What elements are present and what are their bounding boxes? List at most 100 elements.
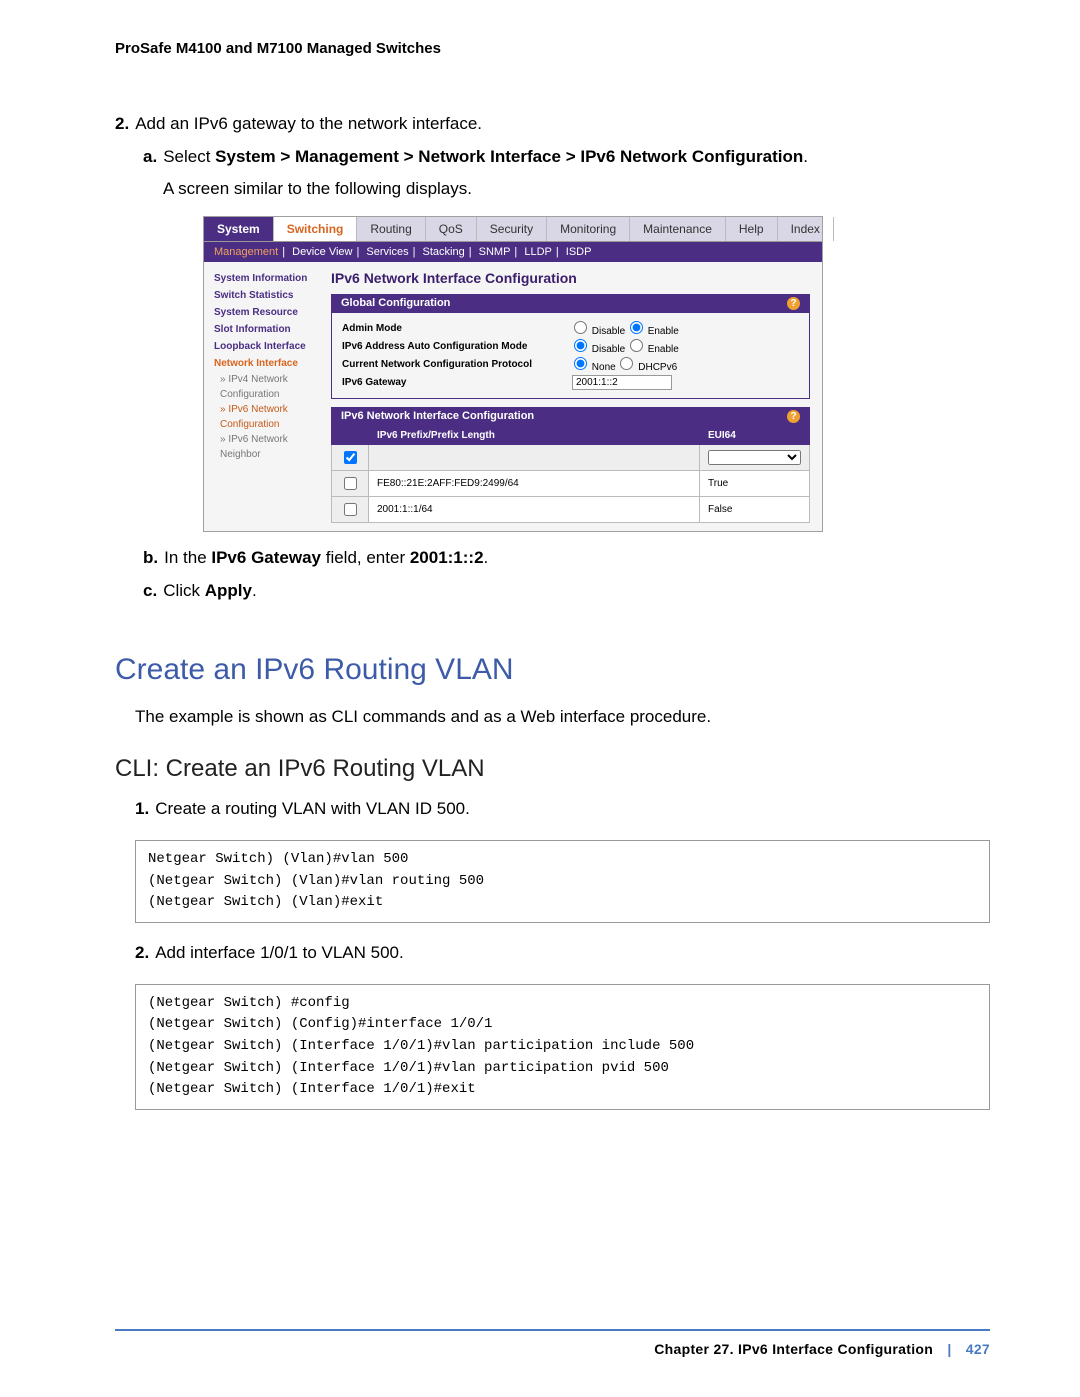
- footer-page: 427: [966, 1341, 990, 1357]
- proto-dhcpv6-radio[interactable]: [620, 357, 633, 370]
- cell-eui: True: [700, 470, 810, 496]
- subnav-deviceview[interactable]: Device View: [292, 246, 352, 258]
- tab-help[interactable]: Help: [726, 217, 778, 241]
- auto-disable-radio[interactable]: [574, 339, 587, 352]
- tab-qos[interactable]: QoS: [426, 217, 477, 241]
- page-footer: Chapter 27. IPv6 Interface Configuration…: [115, 1329, 990, 1357]
- cli-step-1: 1. Create a routing VLAN with VLAN ID 500…: [135, 797, 990, 822]
- step-2c: c. Click Apply.: [143, 579, 990, 604]
- intro-paragraph: The example is shown as CLI commands and…: [135, 707, 990, 727]
- proto-label: Current Network Configuration Protocol: [342, 359, 572, 370]
- step-2c-letter: c.: [143, 581, 157, 600]
- sidebar-item[interactable]: System Resource: [208, 304, 315, 321]
- table-input-row: [332, 444, 810, 470]
- auto-disable-label: Disable: [592, 344, 625, 355]
- step-2b-f1: IPv6 Gateway: [211, 548, 321, 567]
- cell-prefix: 2001:1::1/64: [369, 496, 700, 522]
- proto-none-radio[interactable]: [574, 357, 587, 370]
- admin-disable-label: Disable: [592, 326, 625, 337]
- table-row: 2001:1::1/64 False: [332, 496, 810, 522]
- cell-prefix: FE80::21E:2AFF:FED9:2499/64: [369, 470, 700, 496]
- step-2a: a. Select System > Management > Network I…: [143, 145, 990, 170]
- ui-sidebar: System Information Switch Statistics Sys…: [204, 262, 319, 531]
- row-checkbox[interactable]: [344, 503, 357, 516]
- subnav-isdp[interactable]: ISDP: [566, 246, 592, 258]
- auto-config-label: IPv6 Address Auto Configuration Mode: [342, 341, 572, 352]
- step-2b-f2: 2001:1::2: [410, 548, 484, 567]
- footer-chapter: Chapter 27. IPv6 Interface Configuration: [654, 1341, 933, 1357]
- step-2a-note: A screen similar to the following displa…: [163, 177, 990, 202]
- heading-cli: CLI: Create an IPv6 Routing VLAN: [115, 755, 990, 783]
- auto-enable-label: Enable: [648, 344, 679, 355]
- sidebar-item-network-interface[interactable]: Network Interface: [208, 355, 315, 372]
- admin-enable-radio[interactable]: [630, 321, 643, 334]
- th-prefix: IPv6 Prefix/Prefix Length: [369, 426, 700, 444]
- step-2b-t1: In the: [164, 548, 211, 567]
- proto-none-label: None: [592, 362, 616, 373]
- sidebar-item[interactable]: Slot Information: [208, 321, 315, 338]
- footer-sep: |: [947, 1341, 951, 1357]
- cli-step-2-num: 2.: [135, 943, 149, 962]
- sidebar-item[interactable]: System Information: [208, 270, 315, 287]
- help-icon[interactable]: ?: [787, 410, 800, 423]
- eui64-select[interactable]: [708, 450, 801, 465]
- cell-eui: False: [700, 496, 810, 522]
- main-tabs: System Switching Routing QoS Security Mo…: [204, 217, 822, 242]
- iface-config-header: IPv6 Network Interface Configuration ?: [331, 407, 810, 426]
- step-2c-t1: Click: [163, 581, 205, 600]
- table-row: FE80::21E:2AFF:FED9:2499/64 True: [332, 470, 810, 496]
- step-2-text: Add an IPv6 gateway to the network inter…: [135, 114, 482, 133]
- tab-system[interactable]: System: [204, 217, 274, 241]
- code-block-2: (Netgear Switch) #config (Netgear Switch…: [135, 984, 990, 1110]
- sidebar-sub-ipv4[interactable]: » IPv4 Network Configuration: [208, 372, 315, 402]
- iface-config-title: IPv6 Network Interface Configuration: [341, 410, 534, 422]
- step-2-num: 2.: [115, 114, 129, 133]
- tab-monitoring[interactable]: Monitoring: [547, 217, 630, 241]
- auto-enable-radio[interactable]: [630, 339, 643, 352]
- cli-step-1-num: 1.: [135, 799, 149, 818]
- sidebar-item[interactable]: Loopback Interface: [208, 338, 315, 355]
- step-2: 2. Add an IPv6 gateway to the network int…: [115, 112, 990, 137]
- step-2b: b.In the IPv6 Gateway field, enter 2001:…: [143, 546, 990, 571]
- subnav-stacking[interactable]: Stacking: [423, 246, 465, 258]
- th-checkbox: [332, 426, 369, 444]
- sidebar-sub-ipv6-config[interactable]: » IPv6 Network Configuration: [208, 402, 315, 432]
- tab-security[interactable]: Security: [477, 217, 547, 241]
- sub-nav: Management| Device View| Services| Stack…: [204, 242, 822, 262]
- step-2a-suffix: .: [803, 147, 808, 166]
- subnav-snmp[interactable]: SNMP: [479, 246, 511, 258]
- sidebar-sub-ipv6-neighbor[interactable]: » IPv6 Network Neighbor: [208, 432, 315, 462]
- doc-header: ProSafe M4100 and M7100 Managed Switches: [115, 40, 990, 57]
- step-2c-t2: .: [252, 581, 257, 600]
- admin-disable-radio[interactable]: [574, 321, 587, 334]
- step-2a-prefix: Select: [163, 147, 215, 166]
- global-config-header: Global Configuration ?: [331, 294, 810, 313]
- tab-routing[interactable]: Routing: [357, 217, 425, 241]
- subnav-services[interactable]: Services: [366, 246, 408, 258]
- tab-switching[interactable]: Switching: [274, 217, 358, 241]
- row-checkbox[interactable]: [344, 477, 357, 490]
- ipv6-gw-label: IPv6 Gateway: [342, 377, 572, 388]
- tab-maintenance[interactable]: Maintenance: [630, 217, 726, 241]
- ipv6-gateway-input[interactable]: [572, 375, 672, 390]
- step-2a-letter: a.: [143, 147, 157, 166]
- iface-table: IPv6 Prefix/Prefix Length EUI64: [331, 426, 810, 523]
- subnav-lldp[interactable]: LLDP: [524, 246, 552, 258]
- proto-dhcpv6-label: DHCPv6: [638, 362, 677, 373]
- ui-screenshot: System Switching Routing QoS Security Mo…: [203, 216, 823, 532]
- tab-index[interactable]: Index: [778, 217, 834, 241]
- help-icon[interactable]: ?: [787, 297, 800, 310]
- cli-step-1-text: Create a routing VLAN with VLAN ID 500.: [155, 799, 470, 818]
- step-2a-path: System > Management > Network Interface …: [215, 147, 803, 166]
- subnav-management[interactable]: Management: [214, 246, 278, 258]
- global-config-panel: Admin Mode Disable Enable IPv6 Address A…: [331, 313, 810, 399]
- row-checkbox[interactable]: [344, 451, 357, 464]
- cli-step-2: 2. Add interface 1/0/1 to VLAN 500.: [135, 941, 990, 966]
- panel-title: IPv6 Network Interface Configuration: [331, 270, 810, 286]
- step-2b-letter: b.: [143, 548, 158, 567]
- sidebar-item[interactable]: Switch Statistics: [208, 287, 315, 304]
- heading-create-ipv6-vlan: Create an IPv6 Routing VLAN: [115, 653, 990, 687]
- step-2c-f1: Apply: [205, 581, 252, 600]
- th-eui64: EUI64: [700, 426, 810, 444]
- cli-step-2-text: Add interface 1/0/1 to VLAN 500.: [155, 943, 404, 962]
